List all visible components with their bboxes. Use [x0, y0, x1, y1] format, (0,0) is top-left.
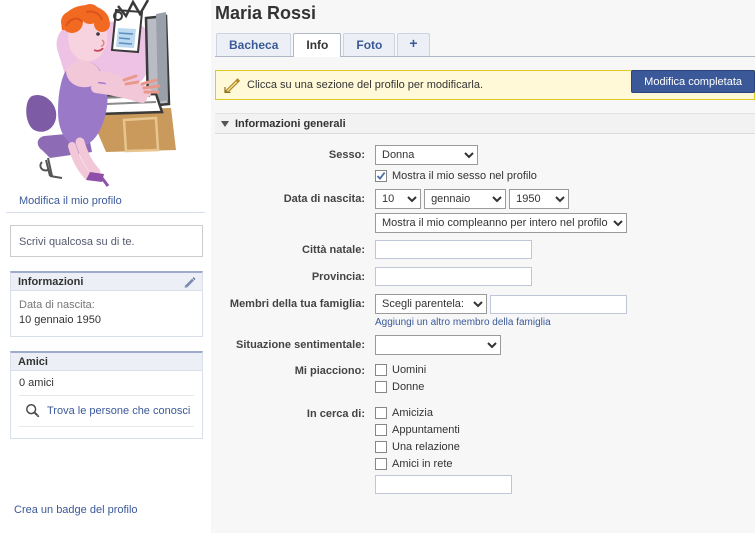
looking-for-field-wrap: Amicizia Appuntamenti Una relazione Amic… [375, 405, 512, 494]
form-row-province: Provincia: [215, 267, 755, 287]
checkbox-donne[interactable] [375, 381, 387, 393]
province-field-wrap [375, 267, 532, 286]
interested-in-label: Mi piacciono: [294, 365, 365, 377]
checkbox-appuntamenti-label: Appuntamenti [392, 424, 460, 436]
checkbox-amicizia[interactable] [375, 407, 387, 419]
birthdate-label: Data di nascita: [283, 193, 365, 205]
show-gender-checkbox[interactable] [375, 170, 387, 182]
friends-panel-title: Amici [18, 355, 48, 368]
pencil-icon[interactable] [183, 275, 196, 288]
hometown-field-wrap [375, 240, 532, 259]
province-input[interactable] [375, 267, 532, 286]
gender-field-wrap: Donna Mostra il mio sesso nel profilo [375, 145, 537, 182]
profile-tabs: Bacheca Info Foto + [215, 31, 755, 57]
birthday-value: 10 gennaio 1950 [19, 314, 101, 326]
about-me-box[interactable]: Scrivi qualcosa su di te. [10, 225, 203, 257]
show-gender-label: Mostra il mio sesso nel profilo [392, 170, 537, 182]
birth-day-select[interactable]: 10 [375, 189, 421, 209]
looking-for-label: In cerca di: [306, 408, 365, 420]
edit-notice-text: Clicca su una sezione del profilo per mo… [247, 79, 484, 91]
find-friends-row[interactable]: Trova le persone che conosci [19, 396, 194, 427]
info-panel-title: Informazioni [18, 275, 84, 288]
form-row-birthdate: Data di nascita: 10 gennaio 1950 Mostra … [215, 189, 755, 233]
page-title: Maria Rossi [215, 3, 317, 23]
checkbox-uomini-label: Uomini [392, 364, 427, 376]
friends-panel-body: 0 amici Trova le persone che conosci [11, 371, 202, 438]
info-panel: Informazioni Data di nascita: 10 gennaio… [10, 271, 203, 337]
family-field-wrap: Scegli parentela: Aggiungi un altro memb… [375, 294, 628, 328]
looking-for-option-amici-in-rete[interactable]: Amici in rete [375, 458, 512, 470]
left-sidebar: Modifica il mio profilo Scrivi qualcosa … [0, 0, 211, 533]
family-label: Membri della tua famiglia: [229, 298, 365, 310]
find-friends-link[interactable]: Trova le persone che conosci [47, 405, 190, 417]
relationship-field-wrap [375, 335, 501, 355]
birthday-visibility-select[interactable]: Mostra il mio compleanno per intero nel … [375, 213, 627, 233]
looking-for-option-relazione[interactable]: Una relazione [375, 441, 512, 453]
tab-add-button[interactable]: + [397, 33, 430, 56]
checkbox-amici-in-rete[interactable] [375, 458, 387, 470]
form-row-family: Membri della tua famiglia: Scegli parent… [215, 294, 755, 328]
show-gender-checkbox-row[interactable]: Mostra il mio sesso nel profilo [375, 170, 537, 182]
friends-panel-spacer [19, 427, 194, 436]
interested-in-option-uomini[interactable]: Uomini [375, 364, 426, 376]
birthday-label: Data di nascita: [19, 299, 95, 311]
main-content: Maria Rossi Bacheca Info Foto + Clicca s… [211, 0, 755, 533]
magnifier-icon [25, 403, 40, 418]
section-title: Informazioni generali [235, 117, 346, 130]
hometown-input[interactable] [375, 240, 532, 259]
checkbox-donne-label: Donne [392, 381, 425, 393]
edit-profile-link[interactable]: Modifica il mio profilo [6, 192, 205, 213]
checkbox-amici-in-rete-label: Amici in rete [392, 458, 453, 470]
relationship-label: Situazione sentimentale: [236, 339, 365, 351]
section-header-general-info[interactable]: Informazioni generali [215, 113, 755, 134]
form-row-interested-in: Mi piacciono: Uomini Donne [215, 362, 755, 398]
checkbox-relazione-label: Una relazione [392, 441, 460, 453]
interested-in-option-donne[interactable]: Donne [375, 381, 426, 393]
checkbox-appuntamenti[interactable] [375, 424, 387, 436]
woman-at-computer-illustration [26, 0, 182, 187]
family-relation-select[interactable]: Scegli parentela: [375, 294, 487, 314]
info-panel-header: Informazioni [11, 273, 202, 291]
interested-in-field-wrap: Uomini Donne [375, 362, 426, 398]
gender-label: Sesso: [328, 149, 365, 161]
family-name-input[interactable] [490, 294, 628, 314]
checkbox-amicizia-label: Amicizia [392, 407, 433, 419]
looking-for-option-appuntamenti[interactable]: Appuntamenti [375, 424, 512, 436]
info-panel-body: Data di nascita: 10 gennaio 1950 [11, 291, 202, 336]
checkbox-uomini[interactable] [375, 364, 387, 376]
form-row-hometown: Città natale: [215, 240, 755, 260]
form-row-looking-for: In cerca di: Amicizia Appuntamenti Una r… [215, 405, 755, 494]
looking-for-option-amicizia[interactable]: Amicizia [375, 407, 512, 419]
create-profile-badge-link[interactable]: Crea un badge del profilo [14, 504, 138, 516]
form-row-gender: Sesso: Donna Mostra il mio sesso nel pro… [215, 145, 755, 182]
tab-bacheca[interactable]: Bacheca [216, 33, 292, 56]
profile-page: Modifica il mio profilo Scrivi qualcosa … [0, 0, 755, 533]
checkbox-relazione[interactable] [375, 441, 387, 453]
general-info-form: Sesso: Donna Mostra il mio sesso nel pro… [215, 134, 755, 494]
caret-down-icon[interactable] [221, 120, 229, 127]
profile-picture[interactable] [6, 0, 203, 192]
birth-month-select[interactable]: gennaio [424, 189, 507, 209]
province-label: Provincia: [311, 271, 365, 283]
friends-panel-header: Amici [11, 353, 202, 371]
looking-for-extra-input[interactable] [375, 475, 512, 494]
birth-year-select[interactable]: 1950 [509, 189, 570, 209]
tab-info[interactable]: Info [293, 33, 342, 57]
hometown-label: Città natale: [302, 244, 365, 256]
birthdate-field-wrap: 10 gennaio 1950 Mostra il mio compleanno… [375, 189, 627, 233]
friends-panel: Amici 0 amici Trova le persone che conos… [10, 351, 203, 439]
add-family-member-link[interactable]: Aggiungi un altro membro della famiglia [375, 317, 627, 328]
pencil-edit-icon [224, 77, 241, 94]
friends-count: 0 amici [19, 375, 194, 396]
tab-foto[interactable]: Foto [343, 33, 396, 56]
relationship-select[interactable] [375, 335, 501, 355]
form-row-relationship: Situazione sentimentale: [215, 335, 755, 355]
edit-done-button[interactable]: Modifica completata [631, 70, 755, 93]
edit-notice-bar: Clicca su una sezione del profilo per mo… [215, 70, 755, 100]
gender-select[interactable]: Donna [375, 145, 478, 165]
